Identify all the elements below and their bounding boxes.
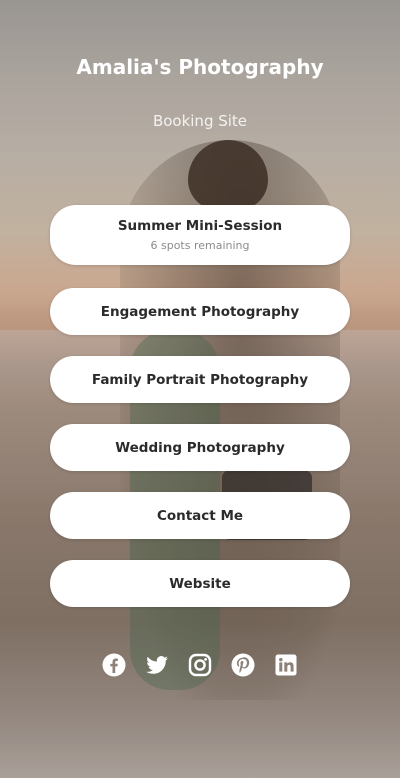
link-label: Engagement Photography bbox=[100, 303, 300, 320]
link-engagement-photography[interactable]: Engagement Photography bbox=[50, 288, 350, 335]
link-family-portrait-photography[interactable]: Family Portrait Photography bbox=[50, 356, 350, 403]
twitter-icon[interactable] bbox=[145, 653, 169, 677]
link-contact-me[interactable]: Contact Me bbox=[50, 492, 350, 539]
link-wedding-photography[interactable]: Wedding Photography bbox=[50, 424, 350, 471]
profile-name: Amalia's Photography bbox=[76, 55, 324, 79]
profile-tagline: Booking Site bbox=[152, 112, 248, 130]
link-label: Family Portrait Photography bbox=[91, 371, 309, 388]
instagram-icon[interactable] bbox=[188, 653, 212, 677]
link-sublabel: 6 spots remaining bbox=[150, 239, 250, 252]
link-label: Wedding Photography bbox=[115, 439, 285, 456]
social-links bbox=[0, 653, 400, 677]
link-website[interactable]: Website bbox=[50, 560, 350, 607]
linkedin-icon[interactable] bbox=[274, 653, 298, 677]
link-label: Website bbox=[169, 575, 231, 592]
link-summer-mini-session[interactable]: Summer Mini-Session 6 spots remaining bbox=[50, 205, 350, 265]
pinterest-icon[interactable] bbox=[231, 653, 255, 677]
link-page: Amalia's Photography Booking Site Summer… bbox=[0, 0, 400, 778]
link-label: Contact Me bbox=[156, 507, 244, 524]
facebook-icon[interactable] bbox=[102, 653, 126, 677]
link-label: Summer Mini-Session bbox=[117, 218, 283, 234]
